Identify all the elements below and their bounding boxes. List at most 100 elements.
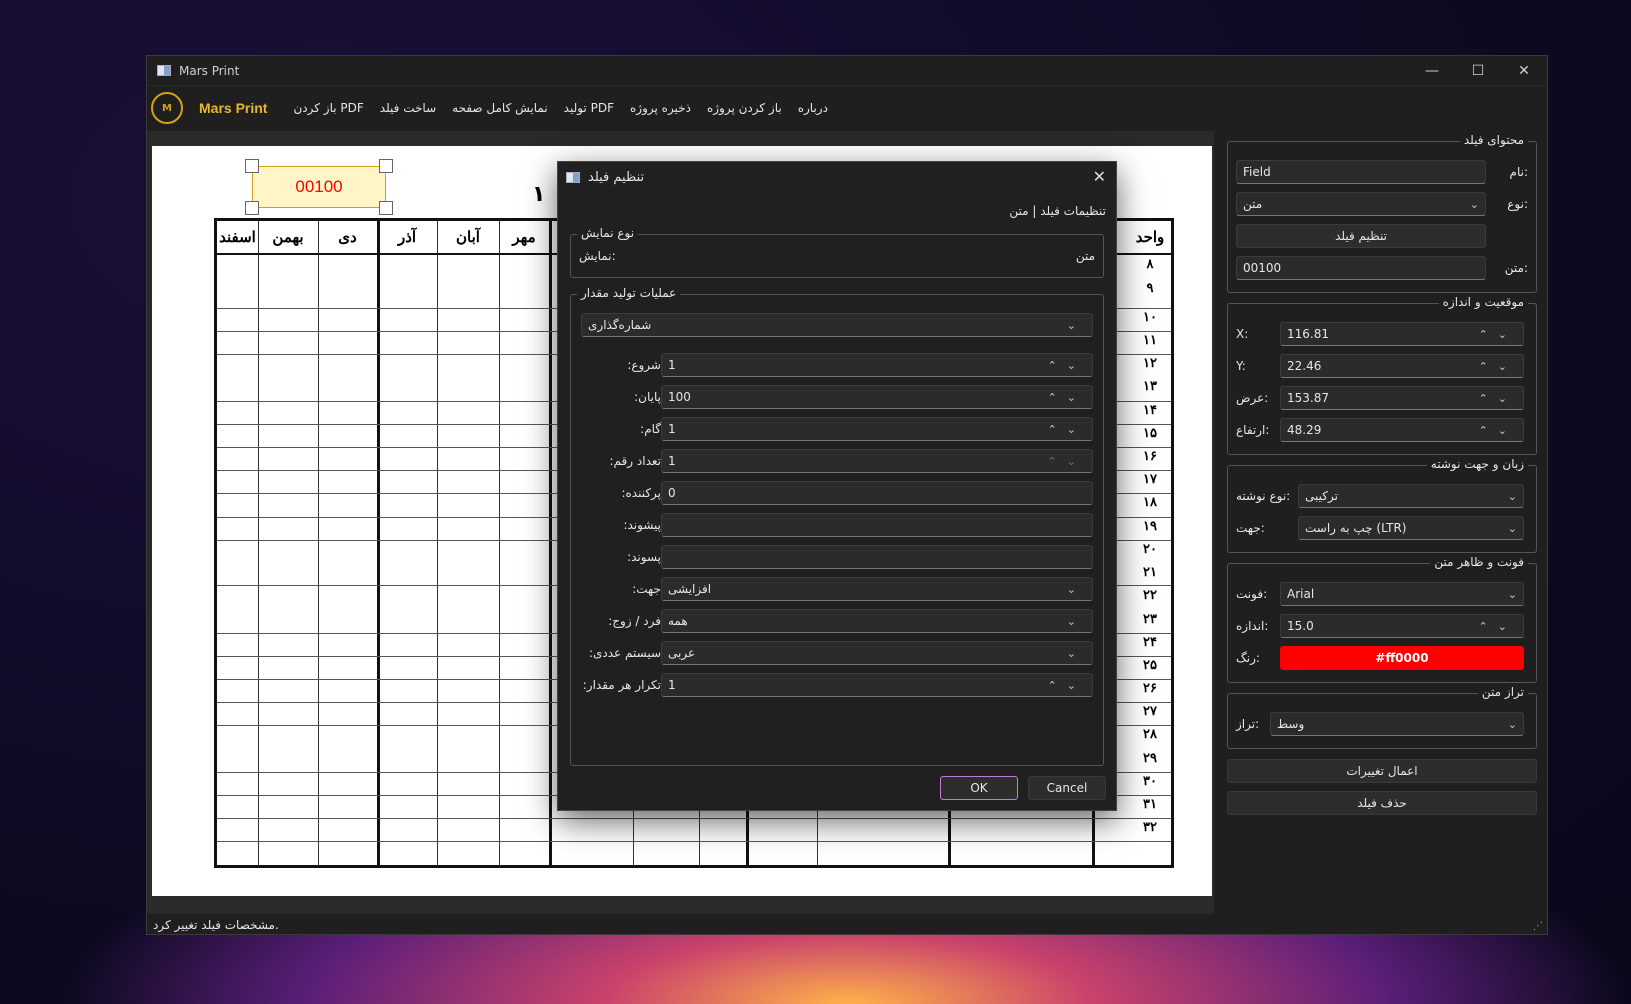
generation-field-row: 1 ⌃⌄ شروع: xyxy=(581,353,1093,377)
table-column-line xyxy=(318,221,319,865)
spin-arrows-icon[interactable]: ⌃⌄ xyxy=(1048,423,1086,436)
app-icon xyxy=(157,65,171,76)
generation-field-value: 0 xyxy=(668,486,676,500)
row-number: ۱۶ xyxy=(1143,449,1157,464)
generation-field-input[interactable] xyxy=(661,545,1093,569)
row-number: ۳۰ xyxy=(1143,774,1157,789)
chevron-down-icon[interactable]: ⌄ xyxy=(1067,583,1086,596)
spin-arrows-icon[interactable]: ⌃⌄ xyxy=(1479,360,1517,373)
menu-create-field[interactable]: ساخت فیلد xyxy=(380,101,436,115)
language-direction-group: زبان و جهت نوشته نوع نوشته: ترکیبی ⌄ جهت:… xyxy=(1227,457,1537,553)
apply-changes-button[interactable]: اعمال تغییرات xyxy=(1227,759,1537,783)
row-number: ۹ xyxy=(1146,281,1154,296)
field-type-select[interactable]: متن ⌄ xyxy=(1236,192,1486,216)
generation-field-label: پرکننده: xyxy=(621,486,661,500)
dialog-title-bar: تنظیم فیلد xyxy=(558,162,1116,192)
menu-about[interactable]: درباره xyxy=(798,101,828,115)
x-spinbox[interactable]: 116.81 ⌃⌄ xyxy=(1280,322,1524,346)
resize-handle-bottom-left[interactable] xyxy=(245,201,259,215)
script-type-label: نوع نوشته: xyxy=(1236,489,1291,503)
generation-field-value: 1 xyxy=(668,422,676,436)
generation-field-select[interactable]: همه ⌄ xyxy=(661,609,1093,633)
width-label: عرض: xyxy=(1236,391,1269,405)
table-column-line xyxy=(499,221,500,865)
row-number: ۱۱ xyxy=(1143,333,1157,348)
cancel-button[interactable]: Cancel xyxy=(1028,776,1106,800)
row-number: ۲۸ xyxy=(1143,727,1157,742)
close-icon[interactable]: ✕ xyxy=(1093,167,1106,186)
width-spinbox[interactable]: 153.87 ⌃⌄ xyxy=(1280,386,1524,410)
delete-field-button[interactable]: حذف فیلد xyxy=(1227,791,1537,815)
ok-button[interactable]: OK xyxy=(940,776,1018,800)
page-heading-fragment: ۱ xyxy=(532,182,546,207)
field-name-input[interactable]: Field xyxy=(1236,160,1486,184)
spin-arrows-icon[interactable]: ⌃⌄ xyxy=(1048,391,1086,404)
minimize-button[interactable]: — xyxy=(1409,56,1455,86)
y-spinbox[interactable]: 22.46 ⌃⌄ xyxy=(1280,354,1524,378)
generation-field-input[interactable]: 0 xyxy=(661,481,1093,505)
generation-field-spinbox[interactable]: 1 ⌃⌄ xyxy=(661,353,1093,377)
chevron-down-icon: ⌄ xyxy=(1066,318,1086,332)
alignment-group: تراز متن تراز: وسط ⌄ xyxy=(1227,685,1537,749)
generation-mode-select[interactable]: شماره‌گذاری ⌄ xyxy=(581,313,1093,337)
font-size-value: 15.0 xyxy=(1287,619,1314,633)
chevron-down-icon: ⌄ xyxy=(1469,197,1479,211)
configure-field-button[interactable]: تنظیم فیلد xyxy=(1236,224,1486,248)
menu-fit-page[interactable]: نمایش کامل صفحه xyxy=(452,101,548,115)
menu-open-project[interactable]: باز کردن پروژه xyxy=(707,101,782,115)
row-number: ۳۲ xyxy=(1143,820,1157,835)
row-number: ۲۳ xyxy=(1143,612,1157,627)
spin-arrows-icon[interactable]: ⌃⌄ xyxy=(1048,359,1086,372)
spin-arrows-icon[interactable]: ⌃⌄ xyxy=(1479,392,1517,405)
position-size-group: موقعیت و اندازه X: 116.81 ⌃⌄ Y: 22.46 ⌃⌄ ع… xyxy=(1227,295,1537,455)
generation-field-spinbox[interactable]: 100 ⌃⌄ xyxy=(661,385,1093,409)
group-title: فونت و ظاهر متن xyxy=(1430,555,1528,569)
generation-field-select[interactable]: افزایشی ⌄ xyxy=(661,577,1093,601)
color-picker-button[interactable]: #ff0000 xyxy=(1280,646,1524,670)
field-name-value: Field xyxy=(1243,165,1271,179)
width-value: 153.87 xyxy=(1287,391,1329,405)
menu-generate-pdf[interactable]: تولید PDF xyxy=(564,101,614,115)
y-label: Y: xyxy=(1236,359,1246,373)
resize-handle-top-left[interactable] xyxy=(245,159,259,173)
generation-field-value: عربی xyxy=(668,646,696,660)
spin-arrows-icon[interactable]: ⌃⌄ xyxy=(1048,455,1086,468)
field-text-input[interactable]: 00100 xyxy=(1236,256,1486,280)
spin-arrows-icon[interactable]: ⌃⌄ xyxy=(1479,424,1517,437)
script-type-select[interactable]: ترکیبی ⌄ xyxy=(1298,484,1524,508)
close-window-button[interactable]: ✕ xyxy=(1501,56,1547,86)
alignment-select[interactable]: وسط ⌄ xyxy=(1270,712,1524,736)
chevron-down-icon[interactable]: ⌄ xyxy=(1067,615,1086,628)
resize-handle-top-right[interactable] xyxy=(379,159,393,173)
generation-field-spinbox[interactable]: 1 ⌃⌄ xyxy=(661,673,1093,697)
generation-field-spinbox[interactable]: 1 ⌃⌄ xyxy=(661,417,1093,441)
window-title: Mars Print xyxy=(179,63,240,78)
menu-open-pdf[interactable]: باز کردن PDF xyxy=(293,101,363,115)
generation-field-row: 100 ⌃⌄ پایان: xyxy=(581,385,1093,409)
generation-mode-value: شماره‌گذاری xyxy=(588,318,652,332)
spin-arrows-icon[interactable]: ⌃⌄ xyxy=(1479,328,1517,341)
generation-field-row: افزایشی ⌄ جهت: xyxy=(581,577,1093,601)
row-number: ۲۲ xyxy=(1143,588,1157,603)
font-select[interactable]: Arial ⌄ xyxy=(1280,582,1524,606)
row-number: ۱۸ xyxy=(1143,495,1157,510)
maximize-button[interactable]: ☐ xyxy=(1455,56,1501,86)
row-number: ۱۴ xyxy=(1143,403,1157,418)
height-spinbox[interactable]: 48.29 ⌃⌄ xyxy=(1280,418,1524,442)
selected-field[interactable]: 00100 xyxy=(252,166,386,208)
generation-field-input[interactable] xyxy=(661,513,1093,537)
generation-field-spinbox[interactable]: 1 ⌃⌄ xyxy=(661,449,1093,473)
menu-save-project[interactable]: ذخیره پروژه xyxy=(630,101,691,115)
spin-arrows-icon[interactable]: ⌃⌄ xyxy=(1479,620,1517,633)
generation-field-label: تعداد رقم: xyxy=(609,454,661,468)
spin-arrows-icon[interactable]: ⌃⌄ xyxy=(1048,679,1086,692)
chevron-down-icon[interactable]: ⌄ xyxy=(1067,647,1086,660)
generation-field-label: تکرار هر مقدار: xyxy=(582,678,661,692)
font-size-spinbox[interactable]: 15.0 ⌃⌄ xyxy=(1280,614,1524,638)
resize-grip-icon[interactable]: ⋰ xyxy=(1533,921,1543,932)
direction-select[interactable]: چپ به راست (LTR) ⌄ xyxy=(1298,516,1524,540)
resize-handle-bottom-right[interactable] xyxy=(379,201,393,215)
generation-field-select[interactable]: عربی ⌄ xyxy=(661,641,1093,665)
row-number: ۱۲ xyxy=(1143,356,1157,371)
generation-field-label: فرد / زوج: xyxy=(608,614,661,628)
